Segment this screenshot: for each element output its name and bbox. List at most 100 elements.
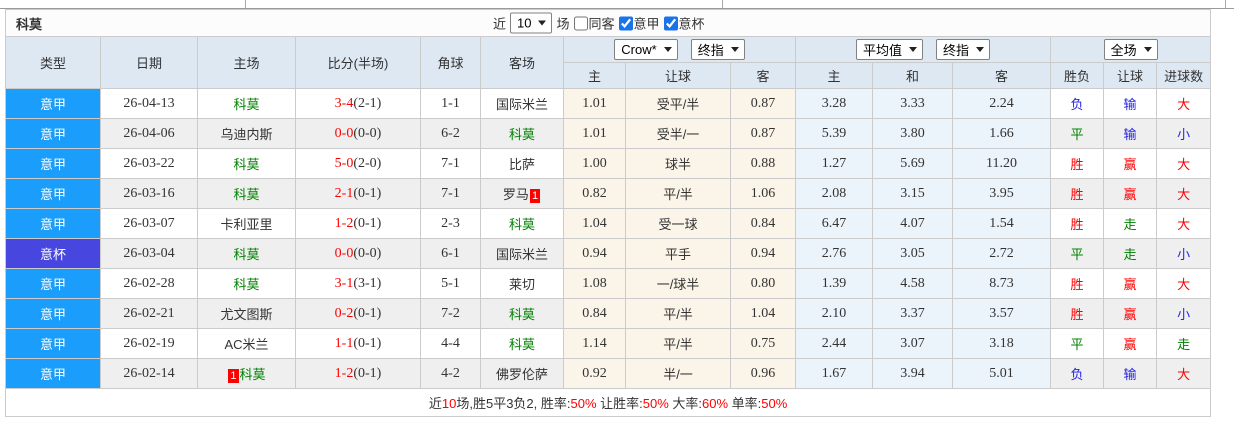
avg-away-odds: 1.54 [952,208,1051,239]
avg-draw-odds: 3.37 [872,298,953,329]
crow-handicap: 半/一 [625,358,731,389]
crow-home-odds: 1.01 [563,118,626,149]
date-cell: 26-02-21 [100,298,198,329]
avg-company-select[interactable]: 平均值 [855,39,923,60]
avg-away-odds: 2.72 [952,238,1051,269]
league-cell: 意甲 [5,148,101,179]
crow-away-odds: 0.87 [730,88,796,119]
crow-odds-stage-select[interactable]: 终指 [690,39,745,60]
result-goals: 大 [1155,88,1212,119]
corner-cell: 7-1 [420,148,481,179]
score-cell: 1-2(0-1) [295,358,421,389]
result-handicap: 输 [1103,118,1157,149]
col-header-corner: 角球 [420,36,481,89]
matches-count-select[interactable]: 10 [510,12,553,34]
chevron-down-icon [1143,47,1152,52]
result-handicap: 赢 [1103,268,1157,299]
away-team-cell: 国际米兰 [480,88,564,119]
col-header-type: 类型 [5,36,101,89]
avg-draw-odds: 3.07 [872,328,953,359]
date-cell: 26-02-14 [100,358,198,389]
result-group: 全场 [1049,36,1212,63]
crow-home-odds: 1.00 [563,148,626,179]
crow-away-odds: 0.80 [730,268,796,299]
col-header-score: 比分(半场) [295,36,421,89]
avg-odds-stage-select[interactable]: 终指 [936,39,991,60]
date-cell: 26-03-07 [100,208,198,239]
away-team-cell: 罗马 1 [480,178,564,209]
home-team-cell: 乌迪内斯 [197,118,296,149]
result-handicap: 输 [1103,358,1157,389]
team-name-title: 科莫 [16,16,43,32]
avg-home-odds: 2.10 [795,298,873,329]
result-goals: 大 [1155,208,1212,239]
result-goals: 走 [1155,328,1212,359]
away-team-cell: 科莫 [480,118,564,149]
result-goals: 大 [1155,178,1212,209]
table-row: 意杯 26-03-04 科莫 0-0(0-0) 6-1 国际米兰 0.94 平手… [5,238,1212,269]
date-cell: 26-04-06 [100,118,198,149]
avg-draw-odds: 4.07 [872,208,953,239]
crow-handicap: 受平/半 [625,88,731,119]
corner-cell: 6-1 [420,238,481,269]
crow-company-select[interactable]: Crow* [614,39,678,60]
avg-home-odds: 2.76 [795,238,873,269]
divider [722,0,723,8]
same-away-checkbox-input[interactable] [573,16,588,30]
crow-handicap: 平手 [625,238,731,269]
crow-away-odds: 0.94 [730,238,796,269]
crow-handicap: 受一球 [625,208,731,239]
coppa-italia-checkbox[interactable]: 意杯 [663,14,705,33]
away-team-cell: 国际米兰 [480,238,564,269]
avg-home-odds: 2.44 [795,328,873,359]
avg-draw-odds: 3.15 [872,178,953,209]
serie-a-checkbox[interactable]: 意甲 [618,14,660,33]
date-cell: 26-03-16 [100,178,198,209]
filter-controls: 近 10 场 同客 意甲 意杯 [493,12,705,34]
result-wdl: 平 [1050,118,1104,149]
score-cell: 0-2(0-1) [295,298,421,329]
same-away-checkbox[interactable]: 同客 [573,14,615,33]
table-row: 意甲 26-02-19 AC米兰 1-1(0-1) 4-4 科莫 1.14 平/… [5,328,1212,359]
avg-home-odds: 1.39 [795,268,873,299]
league-cell: 意甲 [5,328,101,359]
result-goals: 小 [1155,238,1212,269]
avg-away-odds: 3.95 [952,178,1051,209]
table-row: 意甲 26-02-28 科莫 3-1(3-1) 5-1 莱切 1.08 一/球半… [5,268,1212,299]
full-match-scope-select[interactable]: 全场 [1103,39,1158,60]
col-header-date: 日期 [100,36,198,89]
crow-home-odds: 1.08 [563,268,626,299]
coppa-italia-checkbox-input[interactable] [663,16,678,30]
away-team-cell: 科莫 [480,298,564,329]
score-cell: 0-0(0-0) [295,118,421,149]
divider [245,0,246,8]
crow-handicap: 平/半 [625,298,731,329]
crow-handicap: 受半/一 [625,118,731,149]
away-team-cell: 佛罗伦萨 [480,358,564,389]
near-label: 近 [493,16,507,32]
avg-away-odds: 11.20 [952,148,1051,179]
subcol-avg-home: 主 [795,62,873,89]
away-team-cell: 科莫 [480,208,564,239]
result-wdl: 胜 [1050,298,1104,329]
crow-home-odds: 0.92 [563,358,626,389]
matches-unit-label: 场 [556,16,570,32]
result-handicap: 走 [1103,238,1157,269]
score-cell: 1-2(0-1) [295,208,421,239]
home-team-cell: 科莫 [197,238,296,269]
serie-a-checkbox-input[interactable] [618,16,633,30]
result-handicap: 赢 [1103,328,1157,359]
avg-draw-odds: 3.80 [872,118,953,149]
table-title-bar: 科莫 近 10 场 同客 意甲 意杯 [4,9,1212,37]
home-team-cell: 科莫 [197,178,296,209]
crow-away-odds: 0.96 [730,358,796,389]
league-cell: 意甲 [5,268,101,299]
same-away-label: 同客 [588,16,615,32]
result-handicap: 走 [1103,208,1157,239]
subcol-crow-home: 主 [563,62,626,89]
crow-home-odds: 0.84 [563,298,626,329]
home-team-cell: 科莫 [197,268,296,299]
chevron-down-icon [730,47,739,52]
subcol-crow-away: 客 [730,62,796,89]
home-team-cell: 尤文图斯 [197,298,296,329]
